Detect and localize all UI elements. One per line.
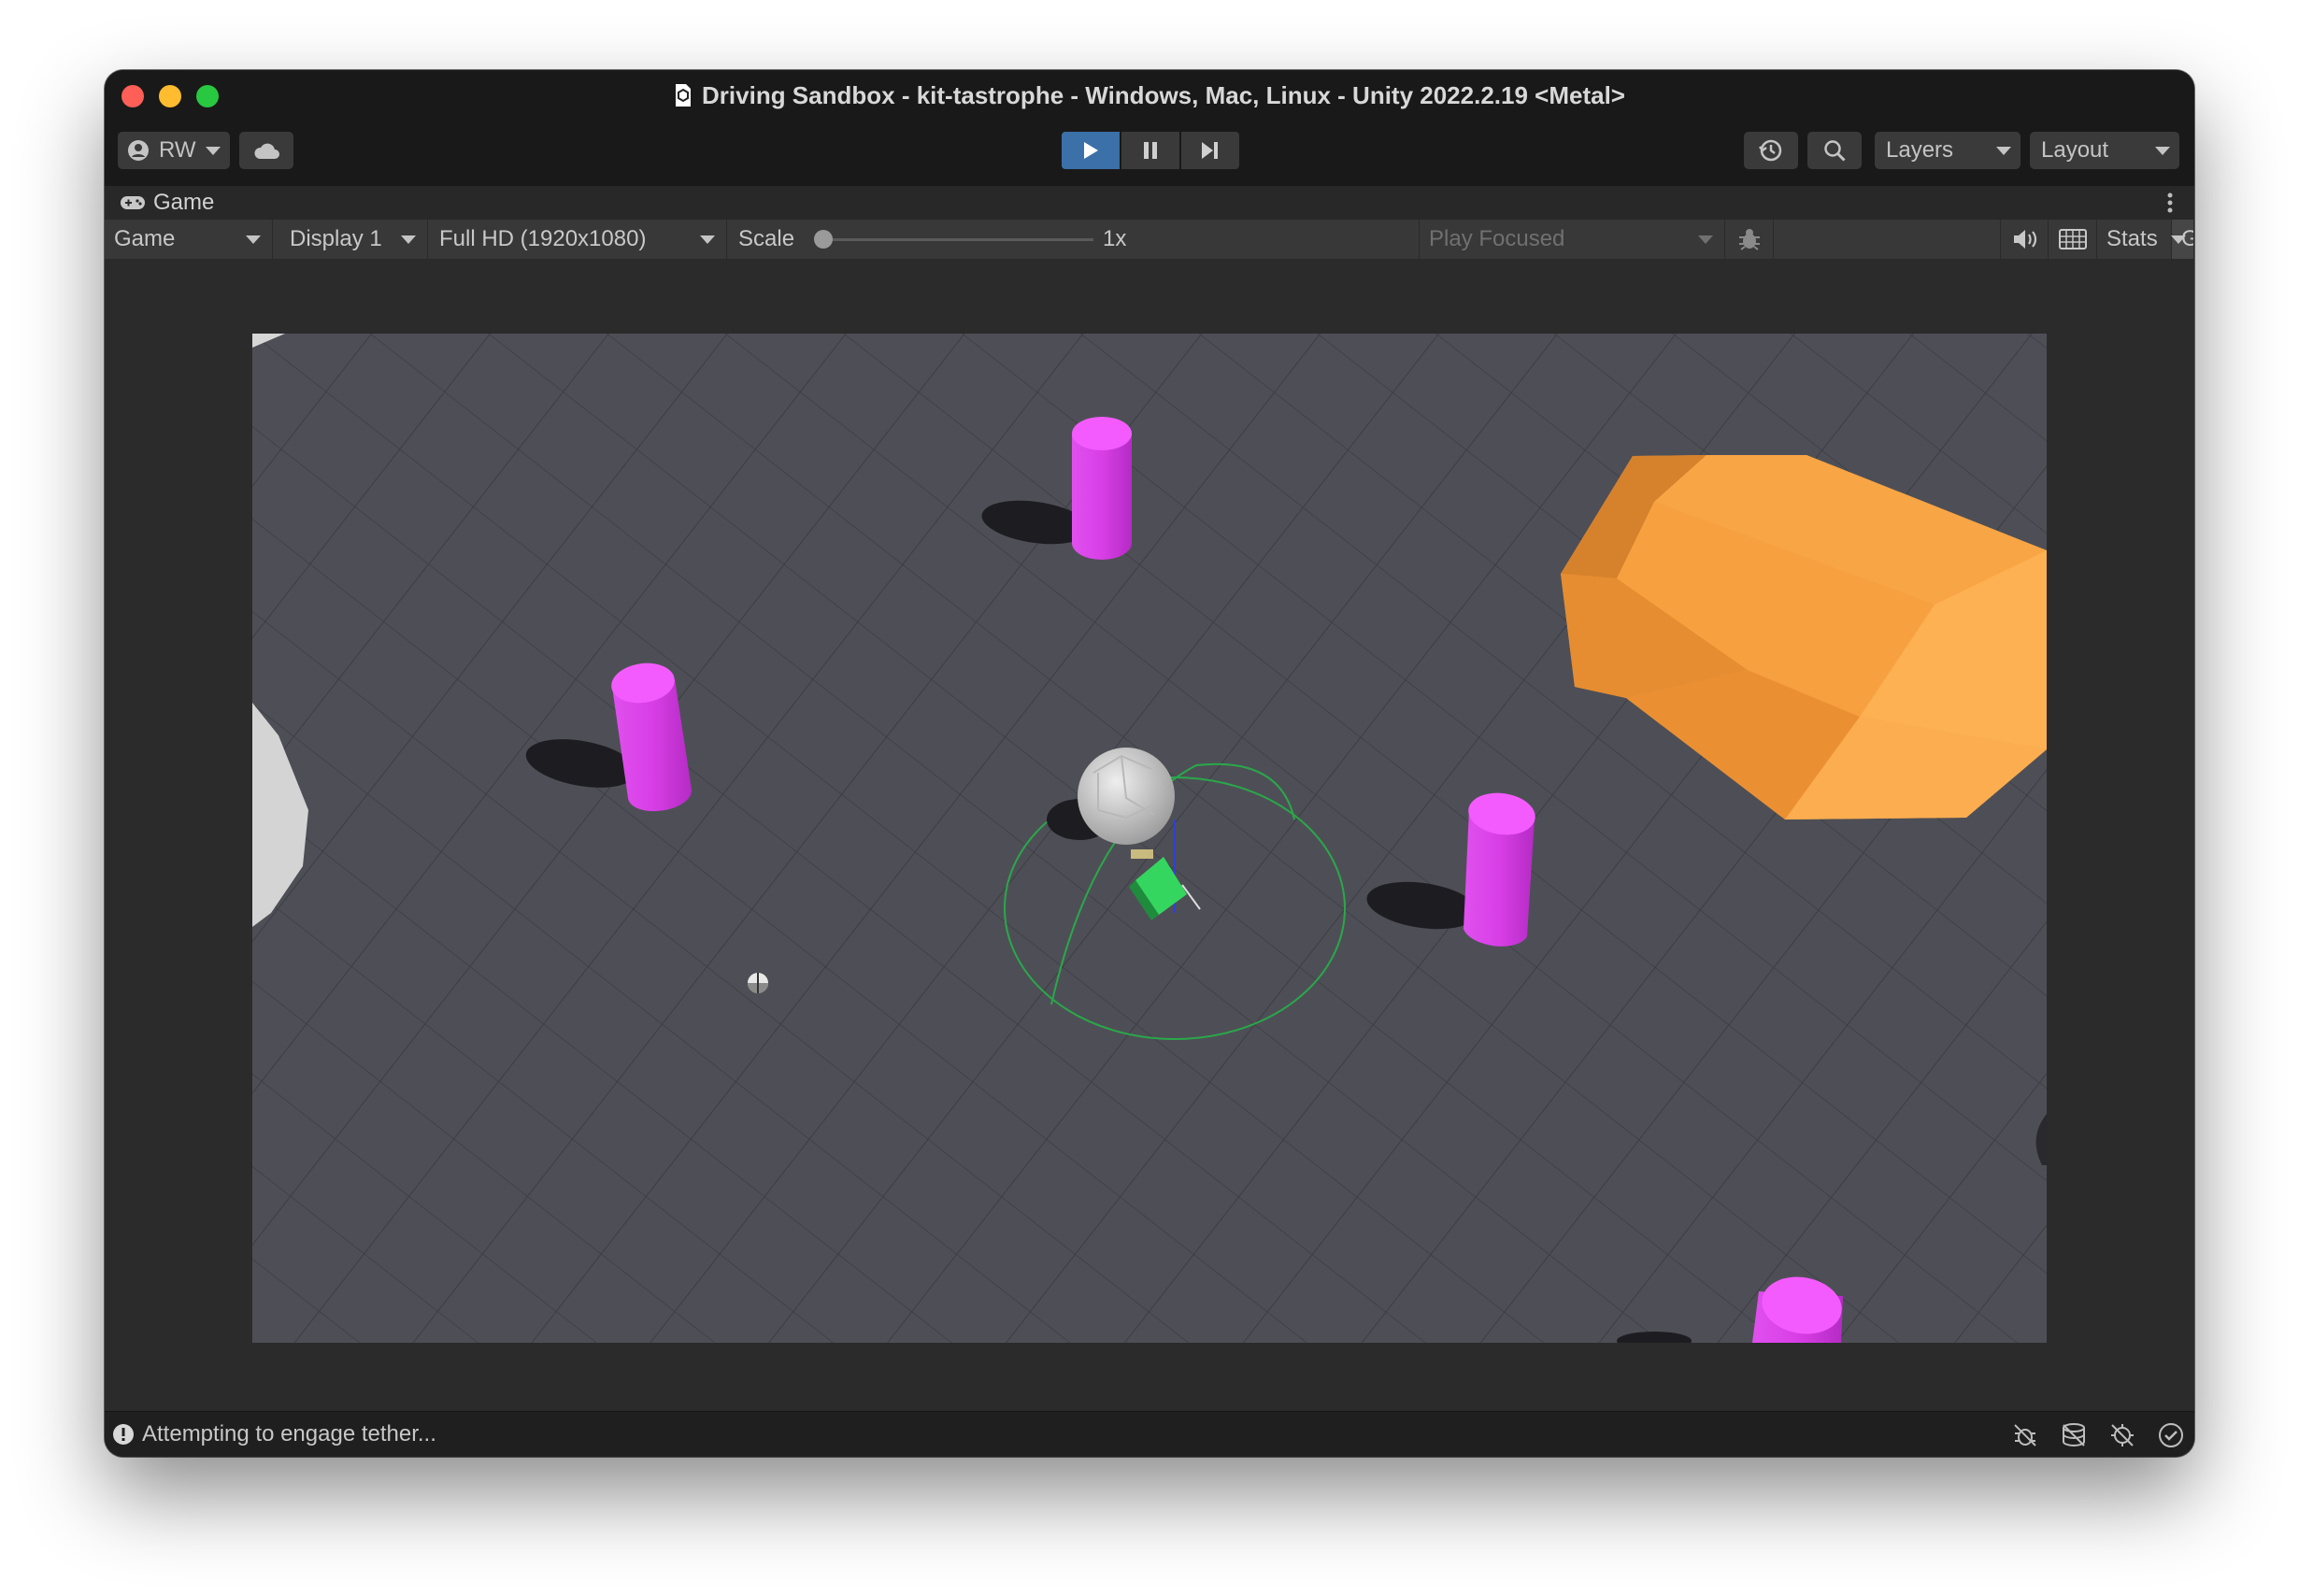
account-label: RW bbox=[159, 137, 196, 163]
unity-file-icon bbox=[676, 84, 692, 107]
game-scene-render[interactable] bbox=[252, 334, 2047, 1343]
layout-dropdown[interactable]: Layout bbox=[2030, 132, 2179, 169]
chevron-down-icon bbox=[1698, 235, 1713, 244]
mute-audio-button[interactable] bbox=[2000, 220, 2049, 259]
check-circle-icon[interactable] bbox=[2157, 1421, 2185, 1449]
chevron-down-icon bbox=[401, 235, 416, 244]
scale-value: 1x bbox=[1103, 226, 1127, 251]
magenta-pillar bbox=[1464, 792, 1535, 947]
game-tab-bar: Game bbox=[105, 186, 2194, 220]
game-view-select-value: Game bbox=[114, 226, 176, 251]
stats-button[interactable]: Stats bbox=[2097, 220, 2172, 259]
stats-label: Stats bbox=[2106, 226, 2158, 251]
cloud-icon bbox=[254, 143, 279, 159]
gamepad-icon bbox=[121, 196, 145, 209]
layers-label: Layers bbox=[1886, 137, 1954, 163]
game-view-select[interactable]: Game bbox=[105, 220, 273, 259]
more-options-icon[interactable] bbox=[2166, 192, 2174, 214]
layers-dropdown[interactable]: Layers bbox=[1875, 132, 2021, 169]
account-icon bbox=[128, 140, 149, 161]
history-icon bbox=[1759, 139, 1782, 162]
scale-slider-thumb[interactable] bbox=[814, 230, 833, 249]
unity-editor-window: Driving Sandbox - kit-tastrophe - Window… bbox=[105, 70, 2194, 1457]
pause-button[interactable] bbox=[1121, 132, 1179, 169]
pause-icon bbox=[1144, 142, 1157, 159]
layout-label: Layout bbox=[2041, 137, 2109, 163]
speaker-icon bbox=[2014, 230, 2037, 249]
main-toolbar: RW Layers Layout bbox=[105, 122, 2194, 186]
magenta-pillar bbox=[1072, 417, 1132, 560]
play-mode-select[interactable]: Play Focused bbox=[1419, 220, 1725, 259]
status-message: Attempting to engage tether... bbox=[142, 1421, 436, 1446]
scale-slider-track[interactable] bbox=[822, 238, 1093, 241]
tab-game-label: Game bbox=[153, 190, 215, 215]
display-select-value: Display 1 bbox=[290, 226, 382, 251]
chevron-down-icon bbox=[700, 235, 715, 244]
play-icon bbox=[1084, 142, 1098, 159]
chevron-down-icon bbox=[2171, 235, 2186, 244]
resolution-select-value: Full HD (1920x1080) bbox=[439, 226, 647, 251]
gizmos-dropdown[interactable] bbox=[2163, 220, 2194, 259]
debug-off-icon[interactable] bbox=[2011, 1421, 2039, 1449]
step-button[interactable] bbox=[1181, 132, 1239, 169]
chevron-down-icon bbox=[2155, 147, 2170, 155]
cloud-button[interactable] bbox=[239, 132, 293, 169]
play-mode-select-value: Play Focused bbox=[1429, 226, 1565, 251]
network-off-icon[interactable] bbox=[2108, 1421, 2136, 1449]
window-title-container: Driving Sandbox - kit-tastrophe - Window… bbox=[105, 81, 2194, 110]
chevron-down-icon bbox=[246, 235, 261, 244]
chevron-down-icon bbox=[1996, 147, 2011, 155]
frame-debugger-button[interactable] bbox=[1725, 220, 1774, 259]
playback-controls bbox=[1062, 132, 1239, 169]
waypoint-marker bbox=[748, 973, 768, 993]
cache-server-icon[interactable] bbox=[2060, 1421, 2088, 1449]
window-title: Driving Sandbox - kit-tastrophe - Window… bbox=[702, 81, 1625, 109]
step-icon bbox=[1202, 142, 1218, 159]
display-select[interactable]: Display 1 bbox=[280, 220, 428, 259]
keyboard-icon bbox=[2059, 229, 2087, 249]
title-bar: Driving Sandbox - kit-tastrophe - Window… bbox=[105, 70, 2194, 122]
status-icons bbox=[2011, 1421, 2185, 1449]
tab-game[interactable]: Game bbox=[120, 190, 214, 216]
undo-history-button[interactable] bbox=[1744, 132, 1798, 169]
account-dropdown[interactable]: RW bbox=[118, 132, 230, 169]
search-icon bbox=[1824, 140, 1846, 162]
resolution-select[interactable]: Full HD (1920x1080) bbox=[430, 220, 727, 259]
info-icon bbox=[113, 1424, 134, 1445]
scene-svg bbox=[252, 334, 2047, 1343]
scale-control: Scale 1x bbox=[729, 220, 1126, 259]
scale-label: Scale bbox=[738, 226, 795, 251]
chevron-down-icon bbox=[205, 146, 221, 155]
play-button[interactable] bbox=[1062, 132, 1120, 169]
status-bar: Attempting to engage tether... bbox=[105, 1411, 2194, 1457]
bug-icon bbox=[1739, 229, 1760, 250]
game-view-toolbar: Game Display 1 Full HD (1920x1080) Scale… bbox=[105, 220, 2194, 260]
search-button[interactable] bbox=[1807, 132, 1862, 169]
keyboard-shortcuts-button[interactable] bbox=[2049, 220, 2097, 259]
sphere-robot bbox=[1078, 748, 1175, 845]
